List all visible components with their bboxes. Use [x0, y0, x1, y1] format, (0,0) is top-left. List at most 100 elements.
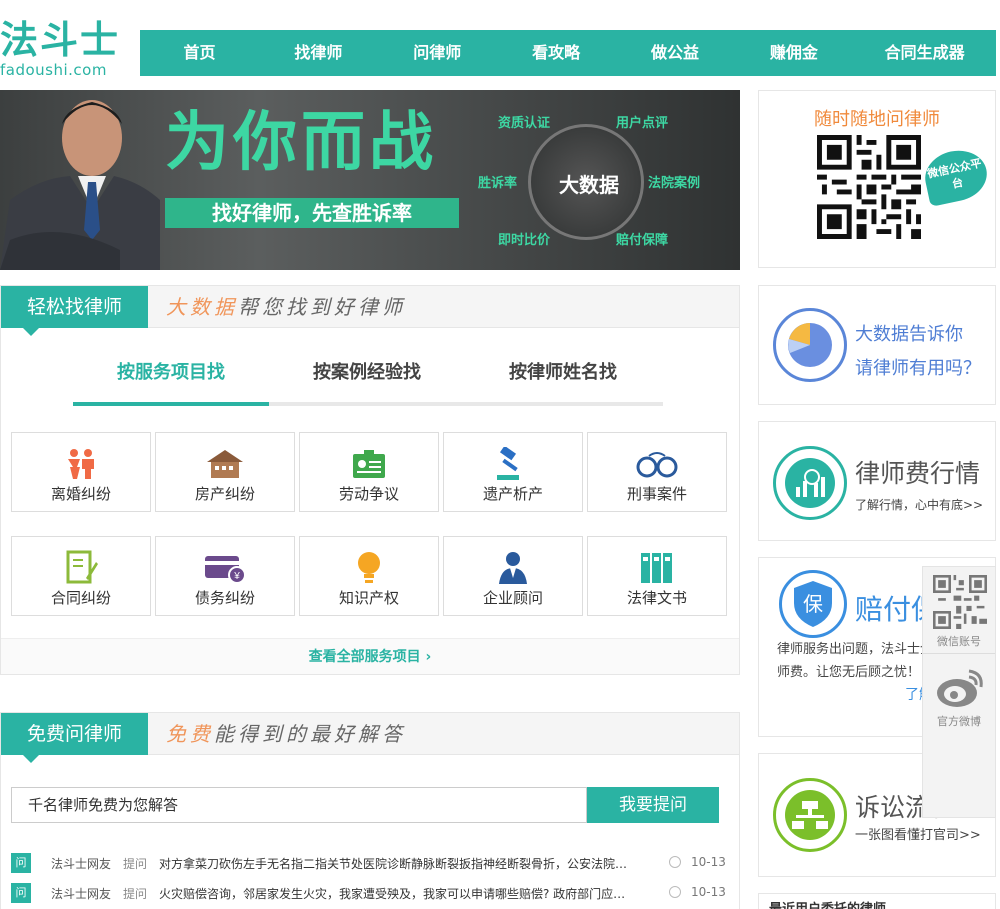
- panel-header: 免费问律师 免费能得到的最好解答: [1, 713, 739, 763]
- wechat-badge: 微信公众平台: [920, 145, 992, 207]
- service-label: 劳动争议: [338, 485, 399, 503]
- view-all-services-link[interactable]: 查看全部服务项目 ›: [1, 638, 739, 674]
- slogan-rest: 能得到的最好解答: [214, 722, 406, 746]
- service-debt[interactable]: ¥ 债务纠纷: [155, 536, 295, 616]
- service-property[interactable]: 房产纠纷: [155, 432, 295, 512]
- nav-guides[interactable]: 看攻略: [497, 30, 616, 76]
- floating-share-bar: 微信账号 官方微博: [922, 566, 996, 818]
- tag-compensation: 赔付保障: [616, 233, 669, 248]
- nav-contract-generator[interactable]: 合同生成器: [853, 30, 996, 76]
- nav-home[interactable]: 首页: [140, 30, 259, 76]
- nav-ask-lawyer[interactable]: 问律师: [378, 30, 497, 76]
- tab-by-name[interactable]: 按律师姓名找: [465, 348, 661, 402]
- id-card-icon: [353, 450, 385, 478]
- site-logo[interactable]: 法斗士 fadoushi.com: [0, 18, 120, 78]
- question-user: 法斗士网友: [51, 887, 112, 901]
- main-nav: 首页 找律师 问律师 看攻略 做公益 赚佣金 合同生成器: [140, 30, 996, 76]
- question-action: 提问: [123, 857, 148, 871]
- service-legal-docs[interactable]: 法律文书: [587, 536, 727, 616]
- couple-icon: [68, 449, 94, 479]
- service-label: 债务纠纷: [194, 589, 255, 607]
- handcuffs-icon: [636, 452, 678, 478]
- shield-icon: 保: [779, 570, 847, 638]
- service-inheritance[interactable]: 遗产析产: [443, 432, 583, 512]
- banner-slogan: 找好律师，先查胜诉率: [165, 198, 459, 228]
- service-label: 遗产析产: [482, 485, 543, 503]
- question-date: 10-13: [691, 855, 726, 869]
- clock-icon: [669, 886, 681, 898]
- question-date: 10-13: [691, 885, 726, 899]
- wheel-center-label: 大数据: [559, 173, 619, 197]
- service-grid: 离婚纠纷 房产纠纷 劳动争议 遗产析产 刑事案件 合同纠纷 ¥ 债务纠纷 知识产: [11, 432, 731, 616]
- bigdata-line2: 请律师有用吗？: [855, 358, 981, 379]
- question-badge: 问: [11, 853, 31, 873]
- service-ip[interactable]: 知识产权: [299, 536, 439, 616]
- hero-banner[interactable]: 为你而战 找好律师，先查胜诉率 大数据 资质认证 用户点评 胜诉率 法院案例 即…: [0, 90, 740, 270]
- slogan-highlight: 大数据: [166, 295, 238, 319]
- fee-chart-icon: [773, 446, 847, 520]
- question-user: 法斗士网友: [51, 857, 112, 871]
- tag-win-rate: 胜诉率: [478, 176, 518, 191]
- weibo-icon[interactable]: [933, 665, 987, 711]
- question-action: 提问: [123, 887, 148, 901]
- qr-title: 随时随地问律师: [814, 109, 940, 130]
- question-input[interactable]: 千名律师免费为您解答: [11, 787, 587, 823]
- service-label: 房产纠纷: [194, 485, 255, 503]
- wechat-qr-icon[interactable]: [933, 575, 987, 629]
- contract-icon: [66, 550, 98, 584]
- service-label: 刑事案件: [626, 485, 687, 503]
- tag-qualification: 资质认证: [498, 116, 551, 131]
- house-icon: [207, 450, 243, 478]
- svg-text:保: 保: [803, 592, 823, 616]
- ask-question-button[interactable]: 我要提问: [587, 787, 719, 823]
- gavel-icon: [497, 447, 519, 480]
- tag-reviews: 用户点评: [616, 116, 669, 131]
- ask-lawyer-panel: 免费问律师 免费能得到的最好解答 千名律师免费为您解答 我要提问 问 法斗士网友…: [0, 712, 740, 909]
- service-criminal[interactable]: 刑事案件: [587, 432, 727, 512]
- recent-title: 最近用户委托的律师: [769, 898, 886, 909]
- fee-subtitle[interactable]: 了解行情，心中有底>>: [855, 496, 983, 513]
- credit-card-icon: ¥: [205, 556, 246, 584]
- question-row[interactable]: 问 法斗士网友 提问 火灾赔偿咨询，邻居家发生火灾，我家遭受殃及，我家可以申请哪…: [11, 881, 727, 903]
- clock-icon: [669, 856, 681, 868]
- recent-box: 最近用户委托的律师: [758, 893, 996, 909]
- question-row[interactable]: 问 法斗士网友 提问 对方拿菜刀砍伤左手无名指二指关节处医院诊断静脉断裂扳指神经…: [11, 851, 727, 873]
- weibo-label: 官方微博: [937, 715, 981, 728]
- nav-commission[interactable]: 赚佣金: [734, 30, 853, 76]
- litigation-subtitle[interactable]: 一张图看懂打官司>>: [855, 824, 981, 843]
- nav-find-lawyer[interactable]: 找律师: [259, 30, 378, 76]
- tab-by-service[interactable]: 按服务项目找: [73, 348, 269, 406]
- bigdata-wheel: 大数据: [528, 124, 644, 240]
- svg-text:¥: ¥: [233, 571, 240, 582]
- slogan-rest: 帮您找到好律师: [238, 295, 406, 319]
- qr-box: 随时随地问律师 微信公众平台: [758, 90, 996, 268]
- find-lawyer-panel: 轻松找律师 大数据帮您找到好律师 按服务项目找 按案例经验找 按律师姓名找 离婚…: [0, 285, 740, 675]
- panel-tag: 轻松找律师: [1, 286, 148, 336]
- nav-charity[interactable]: 做公益: [616, 30, 735, 76]
- bigdata-box[interactable]: 大数据告诉你 请律师有用吗？: [758, 285, 996, 405]
- lightbulb-icon: [358, 552, 380, 583]
- divider: [923, 653, 995, 654]
- fee-box[interactable]: 律师费行情 了解行情，心中有底>>: [758, 421, 996, 541]
- panel-slogan: 免费能得到的最好解答: [166, 713, 406, 755]
- question-text[interactable]: 对方拿菜刀砍伤左手无名指二指关节处医院诊断静脉断裂扳指神经断裂骨折，公安法院…: [159, 855, 629, 872]
- businessman-icon: [499, 552, 527, 584]
- pie-chart-icon: [773, 308, 847, 382]
- service-contract[interactable]: 合同纠纷: [11, 536, 151, 616]
- flowchart-icon: [773, 778, 847, 852]
- service-label: 企业顾问: [482, 589, 543, 607]
- service-divorce[interactable]: 离婚纠纷: [11, 432, 151, 512]
- panel-tag: 免费问律师: [1, 713, 148, 763]
- tab-by-case[interactable]: 按案例经验找: [269, 348, 465, 402]
- logo-en: fadoushi.com: [0, 61, 107, 79]
- panel-header: 轻松找律师 大数据帮您找到好律师: [1, 286, 739, 336]
- service-labor[interactable]: 劳动争议: [299, 432, 439, 512]
- fee-title: 律师费行情: [855, 459, 981, 488]
- banner-title: 为你而战: [165, 106, 437, 180]
- service-label: 法律文书: [626, 589, 687, 607]
- tag-court-cases: 法院案例: [648, 176, 701, 191]
- service-enterprise[interactable]: 企业顾问: [443, 536, 583, 616]
- question-text[interactable]: 火灾赔偿咨询，邻居家发生火灾，我家遭受殃及，我家可以申请哪些赔偿? 政府部门应…: [159, 885, 629, 902]
- search-tabs: 按服务项目找 按案例经验找 按律师姓名找: [73, 348, 663, 406]
- lawyer-portrait: [0, 100, 160, 270]
